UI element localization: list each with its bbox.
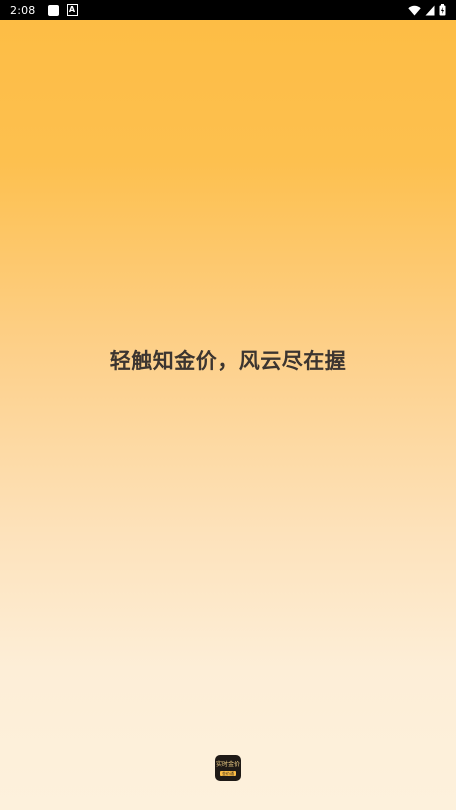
splash-screen	[0, 20, 456, 810]
battery-charging-icon	[439, 4, 446, 16]
cellular-signal-icon	[425, 5, 435, 15]
app-logo-title: 实时金价	[215, 761, 240, 768]
app-logo-icon: 实时金价 金价通	[215, 755, 241, 781]
status-time: 2:08	[10, 3, 36, 17]
wifi-icon	[408, 5, 421, 15]
a-notification-icon: A	[66, 4, 78, 16]
square-notification-icon	[47, 4, 59, 16]
status-bar: 2:08 A	[0, 0, 456, 20]
system-icons	[408, 4, 446, 16]
slogan-text: 轻触知金价，风云尽在握	[109, 349, 347, 373]
app-logo-subtitle: 金价通	[220, 771, 236, 776]
